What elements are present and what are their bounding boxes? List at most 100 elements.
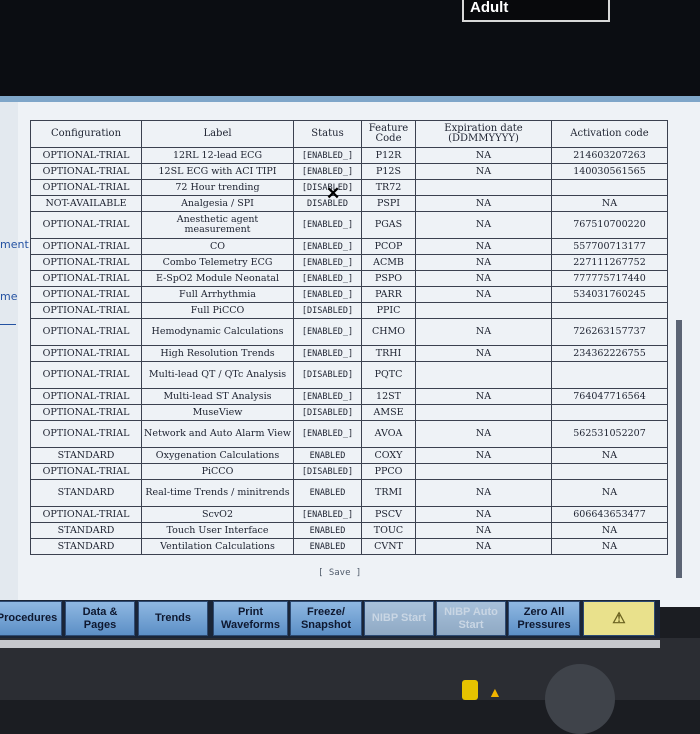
table-cell: [DISABLED] [293,302,362,319]
freeze-snapshot-key[interactable]: Freeze/ Snapshot [290,601,362,636]
table-row[interactable]: OPTIONAL-TRIAL Full PiCCO [DISABLED] PPIC [30,302,668,319]
table-cell: 227111267752 [551,254,668,271]
table-cell: Multi-lead ST Analysis [141,388,294,405]
table-cell: OPTIONAL-TRIAL [30,361,142,389]
table-cell: 764047716564 [551,388,668,405]
table-cell [415,361,552,389]
table-row[interactable]: OPTIONAL-TRIAL MuseView [DISABLED] AMSE [30,404,668,421]
table-cell: AVOA [361,420,416,448]
table-cell: ACMB [361,254,416,271]
side-menu-label[interactable]: me [0,290,17,303]
zero-all-pressures-key[interactable]: Zero All Pressures [508,601,580,636]
table-cell: OPTIONAL-TRIAL [30,286,142,303]
table-cell: [ENABLED_] [293,211,362,239]
table-row[interactable]: OPTIONAL-TRIAL Hemodynamic Calculations [E… [30,318,668,346]
table-cell: [ENABLED_] [293,254,362,271]
table-cell: NA [551,522,668,539]
table-cell: PCOP [361,238,416,255]
table-row[interactable]: OPTIONAL-TRIAL Combo Telemetry ECG [ENABLE… [30,254,668,271]
table-row[interactable]: NOT-AVAILABLE Analgesia / SPI DISABLED PSPI… [30,195,668,212]
table-cell: [ENABLED_] [293,318,362,346]
table-cell: [DISABLED] [293,463,362,480]
table-row[interactable]: OPTIONAL-TRIAL Multi-lead QT / QTc Analys… [30,361,668,389]
nibp-start-key[interactable]: NIBP Start [364,601,434,636]
table-row[interactable]: OPTIONAL-TRIAL Anesthetic agent measureme… [30,211,668,239]
table-cell: [ENABLED_] [293,286,362,303]
table-cell: Oxygenation Calculations [141,447,294,464]
table-row[interactable]: OPTIONAL-TRIAL 12SL ECG with ACI TIPI [ENA… [30,163,668,180]
table-row[interactable]: STANDARD Real-time Trends / minitrends ENA… [30,479,668,507]
table-row[interactable]: OPTIONAL-TRIAL CO [ENABLED_] PCOP NA 55770071… [30,238,668,255]
table-cell: OPTIONAL-TRIAL [30,179,142,196]
table-cell: [ENABLED_] [293,163,362,180]
table-row[interactable]: STANDARD Touch User Interface ENABLED TOUC N… [30,522,668,539]
table-cell: High Resolution Trends [141,345,294,362]
table-cell: PPIC [361,302,416,319]
table-row[interactable]: OPTIONAL-TRIAL 72 Hour trending [DISABLED]… [30,179,668,196]
top-right-box [608,0,700,22]
table-row[interactable]: OPTIONAL-TRIAL PiCCO [DISABLED] PPCO [30,463,668,480]
table-cell: NA [415,420,552,448]
table-cell: ENABLED [293,538,362,555]
table-cell: Combo Telemetry ECG [141,254,294,271]
table-cell: 234362226755 [551,345,668,362]
table-cell: ENABLED [293,522,362,539]
table-cell: STANDARD [30,538,142,555]
table-cell: OPTIONAL-TRIAL [30,420,142,448]
trends-key[interactable]: Trends [138,601,208,636]
table-row[interactable]: STANDARD Oxygenation Calculations ENABLED C… [30,447,668,464]
table-cell: 12ST [361,388,416,405]
table-cell: NA [415,538,552,555]
table-cell [415,179,552,196]
nibp-auto-start-key[interactable]: NIBP Auto Start [436,601,506,636]
table-cell: 726263157737 [551,318,668,346]
scrollbar[interactable] [676,320,682,578]
table-cell: NOT-AVAILABLE [30,195,142,212]
table-cell: [ENABLED_] [293,345,362,362]
table-cell: NA [415,522,552,539]
table-cell: OPTIONAL-TRIAL [30,163,142,180]
table-cell: Full PiCCO [141,302,294,319]
save-button[interactable]: [ Save ] [318,568,361,578]
table-cell: PiCCO [141,463,294,480]
column-header: Status [293,120,362,148]
table-cell: 562531052207 [551,420,668,448]
table-cell: NA [415,211,552,239]
data-pages-key[interactable]: Data & Pages [65,601,135,636]
table-row[interactable]: OPTIONAL-TRIAL ScvO2 [ENABLED_] PSCV NA 60664… [30,506,668,523]
table-row[interactable]: OPTIONAL-TRIAL Full Arrhythmia [ENABLED_] P… [30,286,668,303]
table-cell: OPTIONAL-TRIAL [30,302,142,319]
table-cell: Analgesia / SPI [141,195,294,212]
table-cell: NA [415,345,552,362]
alarm-bell-icon[interactable]: ⚠ [583,601,655,636]
print-waveforms-key[interactable]: Print Waveforms [213,601,288,636]
table-row[interactable]: OPTIONAL-TRIAL Network and Auto Alarm Vie… [30,420,668,448]
table-row[interactable]: OPTIONAL-TRIAL 12RL 12-lead ECG [ENABLED_]… [30,147,668,164]
table-cell: P12R [361,147,416,164]
table-cell: NA [415,270,552,287]
table-cell: NA [415,195,552,212]
table-row[interactable]: OPTIONAL-TRIAL Multi-lead ST Analysis [ENA… [30,388,668,405]
table-cell: MuseView [141,404,294,421]
side-menu-label[interactable]: ment [0,238,29,251]
table-cell: Hemodynamic Calculations [141,318,294,346]
table-cell: NA [415,163,552,180]
table-cell: NA [415,479,552,507]
table-cell [415,404,552,421]
trim-knob[interactable] [545,664,615,734]
table-cell: NA [551,479,668,507]
table-cell: [DISABLED] [293,361,362,389]
software-options-table: Configuration Label Status Feature Code … [30,120,668,555]
table-cell: 767510700220 [551,211,668,239]
table-row[interactable]: OPTIONAL-TRIAL E-SpO2 Module Neonatal [ENA… [30,270,668,287]
table-cell: NA [415,506,552,523]
close-icon[interactable]: ✕ [326,184,340,204]
table-row[interactable]: STANDARD Ventilation Calculations ENABLED C… [30,538,668,555]
table-cell: [ENABLED_] [293,420,362,448]
procedures-key[interactable]: Procedures [0,601,62,636]
patient-category[interactable]: Adult [462,0,610,22]
table-cell: PPCO [361,463,416,480]
table-row[interactable]: OPTIONAL-TRIAL High Resolution Trends [ENA… [30,345,668,362]
table-cell: ScvO2 [141,506,294,523]
table-cell: OPTIONAL-TRIAL [30,238,142,255]
